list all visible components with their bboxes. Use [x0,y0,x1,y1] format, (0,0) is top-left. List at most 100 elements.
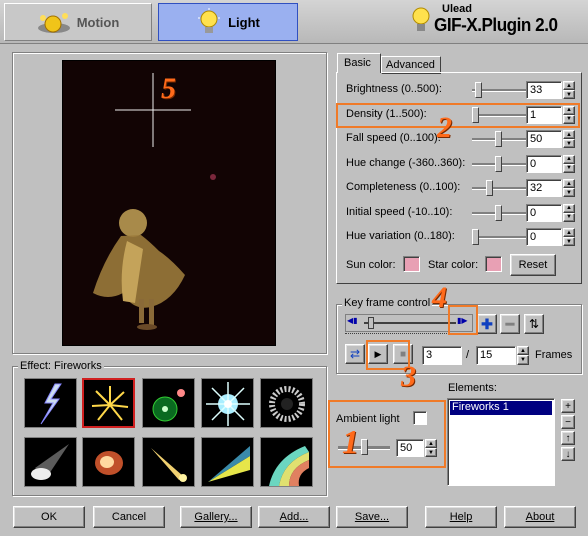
annotation-box-timeline-end [448,305,478,335]
add-keyframe-button[interactable]: ✚ [477,314,497,334]
spin-up-icon[interactable]: ▲ [563,203,575,213]
param-row: Brightness (0..500): 33 ▲ ▼ [346,80,575,100]
param-value-input[interactable]: 0 [526,154,562,173]
element-down-button[interactable]: ↓ [561,447,575,461]
total-frames-value: 15 [480,349,493,361]
spin-up-icon[interactable]: ▲ [563,130,575,139]
tab-motion-label: Motion [76,14,120,30]
ok-button-label: OK [41,511,57,523]
param-value-input[interactable]: 50 [526,130,562,148]
param-slider-thumb[interactable] [472,229,479,245]
loop-icon: ⇄ [349,347,361,361]
effect-fireworks[interactable] [82,378,135,428]
brand-title: GIF-X.Plugin 2.0 [434,15,558,35]
elements-list[interactable]: Fireworks 1 [447,398,555,486]
spin-up-icon[interactable]: ▲ [563,228,575,237]
param-value-input[interactable]: 32 [526,179,562,197]
annotation-box-density [336,103,580,128]
effect-starburst[interactable] [201,378,254,428]
effect-spotlight[interactable] [24,437,77,487]
param-value: 50 [530,133,543,145]
comet-icon [151,448,187,482]
param-spin[interactable]: ▲ ▼ [563,228,575,246]
effect-beam[interactable] [201,437,254,487]
ok-button[interactable]: OK [13,506,85,528]
remove-keyframe-button[interactable]: ━ [500,314,520,334]
param-spin[interactable]: ▲ ▼ [563,81,575,99]
timeline-thumb[interactable] [368,317,374,329]
tab-basic-label: Basic [344,57,371,69]
annotation-3: 3 [401,360,416,393]
brand-logo: Ulead GIF-X.Plugin 2.0 [410,2,586,42]
loop-button[interactable]: ⇄ [345,344,365,364]
param-row: Completeness (0..100): 32 ▲ ▼ [346,178,575,198]
spin-up-icon[interactable]: ▲ [517,346,529,355]
effect-green-orb[interactable] [142,378,195,428]
save-button[interactable]: Save... [336,506,408,528]
spin-up-icon[interactable]: ▲ [563,81,575,90]
param-spin[interactable]: ▲ ▼ [563,179,575,197]
spin-down-icon[interactable]: ▼ [563,163,575,173]
total-frames-spin[interactable]: ▲ ▼ [517,346,529,365]
cancel-button[interactable]: Cancel [93,506,165,528]
minus-icon: ━ [505,315,515,332]
current-frame-value: 3 [426,349,433,361]
param-spin[interactable]: ▲ ▼ [563,130,575,148]
tab-basic[interactable]: Basic [337,53,381,73]
effect-comet[interactable] [142,437,195,487]
beam-icon [208,446,250,482]
param-value-input[interactable]: 33 [526,81,562,99]
spin-down-icon[interactable]: ▼ [563,237,575,246]
param-spin[interactable]: ▲ ▼ [563,203,575,222]
spin-up-icon[interactable]: ▲ [563,154,575,164]
param-slider-thumb[interactable] [475,82,483,98]
plus-icon: ✚ [481,315,493,332]
param-row: Hue variation (0..180): 0 ▲ ▼ [346,227,575,247]
param-slider-thumb[interactable] [494,204,502,221]
current-frame-input[interactable]: 3 [422,346,462,365]
spin-down-icon[interactable]: ▼ [517,355,529,365]
spin-down-icon[interactable]: ▼ [563,90,575,99]
spin-up-icon[interactable]: ▲ [563,179,575,188]
star-color-swatch[interactable] [485,256,502,272]
gallery-button[interactable]: Gallery... [180,506,252,528]
effect-glow[interactable] [82,437,135,487]
sun-color-swatch[interactable] [403,256,420,272]
add-button[interactable]: Add... [258,506,330,528]
tab-motion[interactable]: Motion [4,3,152,41]
param-value-input[interactable]: 0 [526,228,562,246]
tab-light-label: Light [228,14,260,30]
param-slider-thumb[interactable] [494,131,502,147]
param-slider-thumb[interactable] [486,180,494,196]
param-label: Hue change (-360..360): [346,156,466,169]
param-spin[interactable]: ▲ ▼ [563,154,575,173]
reset-button[interactable]: Reset [510,254,556,276]
spin-down-icon[interactable]: ▼ [563,188,575,197]
timeline-start-icon[interactable]: ◀▮ [347,316,361,330]
spotlight-icon [31,444,69,480]
about-button[interactable]: About [504,506,576,528]
effect-lightning[interactable] [24,378,77,428]
element-up-button[interactable]: ↑ [561,431,575,445]
effect-ring[interactable] [260,378,313,428]
keyframe-group-title: Key frame control [342,297,433,309]
reverse-keyframe-button[interactable]: ⇅ [524,314,544,334]
spin-down-icon[interactable]: ▼ [563,139,575,148]
param-value-input[interactable]: 0 [526,203,562,222]
help-button[interactable]: Help [425,506,497,528]
fairy-figure [93,209,185,330]
param-slider-thumb[interactable] [494,155,502,172]
param-value: 0 [530,206,537,219]
effect-rainbow[interactable] [260,437,313,487]
annotation-2: 2 [437,111,452,144]
save-button-label: Save... [354,511,390,523]
total-frames-input[interactable]: 15 [476,346,516,365]
element-add-button[interactable]: + [561,399,575,413]
annotation-1: 1 [342,424,359,461]
spin-down-icon[interactable]: ▼ [563,212,575,222]
tab-light[interactable]: Light [158,3,298,41]
param-row: Initial speed (-10..10): 0 ▲ ▼ [346,203,575,223]
element-remove-button[interactable]: − [561,415,575,429]
elements-list-item[interactable]: Fireworks 1 [450,401,552,415]
frame-slash: / [466,349,470,361]
